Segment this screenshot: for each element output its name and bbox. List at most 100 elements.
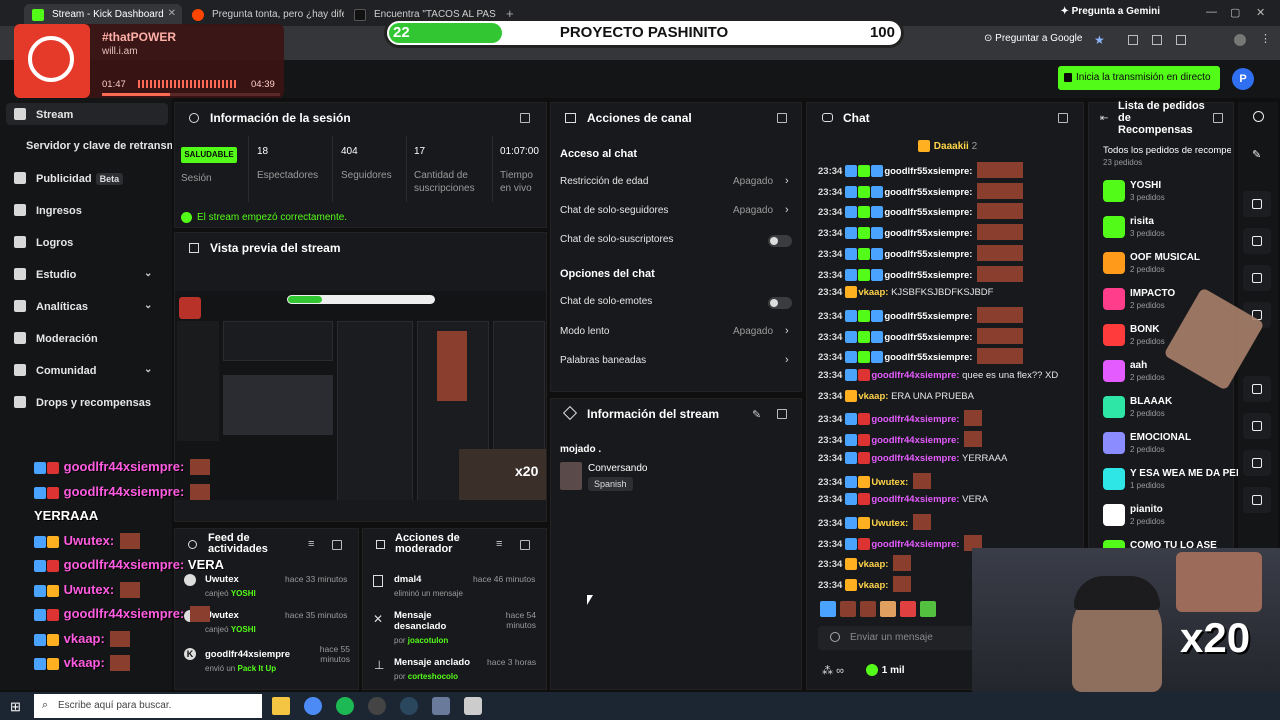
chat-username[interactable]: Uwutex: — [871, 477, 908, 488]
gemini-button[interactable]: ✦ Pregunta a Gemini — [1060, 6, 1160, 17]
reward-item[interactable]: risita 3 pedidos — [1103, 216, 1231, 244]
menu-dots-icon[interactable]: ⋮ — [1260, 32, 1271, 45]
minimize-icon[interactable]: — — [1206, 6, 1217, 18]
collapse-icon[interactable]: ⇤ — [1100, 113, 1108, 124]
popout-icon[interactable] — [1058, 113, 1068, 123]
sidebar-item-drops[interactable]: Drops y recompensas — [14, 396, 151, 409]
go-live-button[interactable]: Inicia la transmisión en directo — [1058, 66, 1220, 90]
chat-username[interactable]: goodlfr55xsiempre: — [884, 249, 972, 260]
chat-username[interactable]: vkaap: — [858, 287, 888, 298]
sidebar — [0, 98, 172, 690]
chat-username[interactable]: goodlfr44xsiempre: — [871, 435, 959, 446]
emotes-only-toggle[interactable] — [768, 297, 792, 309]
rail-button[interactable] — [1243, 413, 1271, 439]
windows-start-icon[interactable]: ⊞ — [10, 699, 21, 715]
chat-username[interactable]: goodlfr44xsiempre: — [871, 494, 959, 505]
emote-icon[interactable] — [920, 601, 937, 617]
rail-button[interactable] — [1243, 487, 1271, 513]
popout-icon[interactable] — [1213, 113, 1223, 123]
popout-icon[interactable] — [520, 540, 530, 550]
subscribers-only-toggle[interactable] — [768, 235, 792, 247]
chat-username[interactable]: goodlfr55xsiempre: — [884, 228, 972, 239]
edit-pencil-icon[interactable]: ✎ — [752, 408, 761, 421]
sidebar-item-server-key[interactable]: Servidor y clave de retransmisión — [26, 140, 172, 152]
chat-username[interactable]: goodlfr44xsiempre: — [871, 453, 959, 464]
rail-button[interactable] — [1243, 376, 1271, 402]
filter-icon[interactable]: ≡ — [496, 538, 502, 550]
filter-icon[interactable]: ≡ — [308, 538, 314, 550]
chat-message: 23:34 goodlfr55xsiempre: — [818, 182, 1024, 201]
chat-username[interactable]: goodlfr44xsiempre: — [871, 370, 959, 381]
chat-username[interactable]: goodlfr55xsiempre: — [884, 166, 972, 177]
edit-icon[interactable]: ✎ — [1252, 148, 1261, 161]
tab-reddit[interactable]: Pregunta tonta, pero ¿hay dife — [184, 4, 344, 26]
chat-username[interactable]: Uwutex: — [871, 518, 908, 529]
sidebar-item-ads[interactable]: Publicidad Beta — [14, 172, 124, 185]
sidebar-item-revenue[interactable]: Ingresos — [14, 204, 82, 217]
cast-icon[interactable] — [1152, 35, 1162, 45]
reward-item[interactable]: OOF MUSICAL 2 pedidos — [1103, 252, 1231, 280]
close-icon[interactable]: ✕ — [168, 8, 176, 19]
chat-username[interactable]: goodlfr55xsiempre: — [884, 352, 972, 363]
chat-username[interactable]: goodlfr55xsiempre: — [884, 187, 972, 198]
sidebar-item-community[interactable]: Comunidad ⌄ — [14, 364, 152, 377]
app-icon[interactable] — [432, 697, 450, 715]
profile-icon[interactable] — [1234, 34, 1246, 46]
close-window-icon[interactable]: ✕ — [1256, 6, 1265, 19]
emote-icon[interactable] — [840, 601, 857, 617]
chat-username[interactable]: vkaap: — [858, 580, 888, 591]
popout-icon[interactable] — [332, 540, 342, 550]
obs-icon[interactable] — [368, 697, 386, 715]
info-icon[interactable] — [1253, 111, 1264, 122]
reward-item[interactable]: EMOCIONAL 2 pedidos — [1103, 432, 1231, 460]
reward-item[interactable]: YOSHI 3 pedidos — [1103, 180, 1231, 208]
popout-icon[interactable] — [777, 113, 787, 123]
chrome-icon[interactable] — [304, 697, 322, 715]
popout-icon[interactable] — [520, 113, 530, 123]
steam-icon[interactable] — [400, 697, 418, 715]
rail-button[interactable] — [1243, 191, 1271, 217]
emote-icon[interactable] — [880, 601, 897, 617]
chat-username[interactable]: vkaap: — [858, 559, 888, 570]
chat-username[interactable]: goodlfr55xsiempre: — [884, 311, 972, 322]
emote-icon[interactable] — [900, 601, 917, 617]
chat-input[interactable]: Enviar un mensaje — [818, 626, 978, 650]
extension-icon[interactable] — [1128, 35, 1138, 45]
emote-bar[interactable] — [820, 601, 980, 619]
song-progress-track — [102, 93, 280, 96]
ask-google-button[interactable]: ⊙ Preguntar a Google — [984, 33, 1082, 44]
reward-item[interactable]: BLAAAK 2 pedidos — [1103, 396, 1231, 424]
emote-icon[interactable] — [860, 601, 877, 617]
chat-username[interactable]: goodlfr44xsiempre: — [871, 414, 959, 425]
reward-item[interactable]: pianito 2 pedidos — [1103, 504, 1231, 532]
emote-icon[interactable] — [820, 601, 836, 617]
bookmark-star-icon[interactable]: ★ — [1094, 33, 1105, 47]
sidebar-item-achievements[interactable]: Logros — [14, 236, 73, 249]
spotify-icon[interactable] — [336, 697, 354, 715]
tab-kick-dashboard[interactable]: Stream - Kick Dashboard ✕ — [24, 4, 182, 26]
maximize-icon[interactable]: ▢ — [1230, 6, 1240, 19]
stream-preview-video[interactable]: x20 — [175, 291, 546, 500]
emoji-icon[interactable] — [830, 632, 840, 642]
badge-icon — [845, 247, 858, 260]
chat-username[interactable]: goodlfr44xsiempre: — [871, 539, 959, 550]
folder-icon[interactable] — [272, 697, 290, 715]
rail-button[interactable] — [1243, 450, 1271, 476]
chat-username[interactable]: goodlfr55xsiempre: — [884, 270, 972, 281]
app-icon[interactable] — [464, 697, 482, 715]
popout-icon[interactable] — [777, 409, 787, 419]
puzzle-icon[interactable] — [1176, 35, 1186, 45]
sidebar-item-studio[interactable]: Estudio ⌄ — [14, 268, 152, 281]
channel-points[interactable]: 1 mil — [866, 664, 905, 676]
rail-button[interactable] — [1243, 228, 1271, 254]
rail-button[interactable] — [1243, 265, 1271, 291]
sidebar-item-moderation[interactable]: Moderación — [14, 332, 98, 345]
chat-username[interactable]: vkaap: — [858, 391, 888, 402]
sidebar-item-stream[interactable]: Stream — [14, 108, 73, 121]
reward-item[interactable]: Y ESA WEA ME DA PENA 1 pedidos — [1103, 468, 1240, 496]
chat-username[interactable]: goodlfr55xsiempre: — [884, 332, 972, 343]
avatar[interactable]: P — [1232, 68, 1254, 90]
taskbar-search[interactable]: ⌕ Escribe aquí para buscar. — [34, 694, 262, 718]
sidebar-item-analytics[interactable]: Analíticas ⌄ — [14, 300, 152, 313]
chat-username[interactable]: goodlfr55xsiempre: — [884, 207, 972, 218]
